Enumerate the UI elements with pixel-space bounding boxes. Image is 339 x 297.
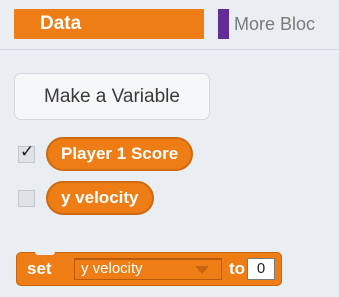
palette-divider [0,49,339,50]
to-keyword: to [229,259,246,278]
category-more-blocks-button[interactable]: More Bloc [218,9,315,39]
check-icon: ✓ [20,142,35,161]
variable-checkbox-y-velocity[interactable] [18,190,35,207]
category-data-label: Data [40,13,82,34]
variable-reporter-player-score[interactable]: Player 1 Score [46,137,194,171]
category-bar: Data More Bloc [0,0,339,42]
variable-dropdown[interactable]: y velocity [74,258,222,280]
variable-dropdown-value: y velocity [81,260,143,277]
make-variable-label: Make a Variable [44,86,180,107]
make-variable-button[interactable]: Make a Variable [14,73,210,120]
category-data-button[interactable]: Data [14,9,204,39]
dropdown-arrow-icon [195,266,209,274]
set-keyword: set [27,259,52,278]
variable-reporter-label: Player 1 Score [61,144,179,163]
variable-checkbox-player-score[interactable]: ✓ [18,142,35,163]
set-variable-block[interactable]: set y velocity to 0 [16,251,282,286]
variable-reporter-label: y velocity [61,188,139,207]
category-color-swatch [218,9,229,39]
category-more-blocks-label: More Bloc [234,14,316,34]
variable-reporter-y-velocity[interactable]: y velocity [46,181,154,215]
value-input[interactable]: 0 [247,258,275,280]
value-input-text: 0 [256,260,266,277]
